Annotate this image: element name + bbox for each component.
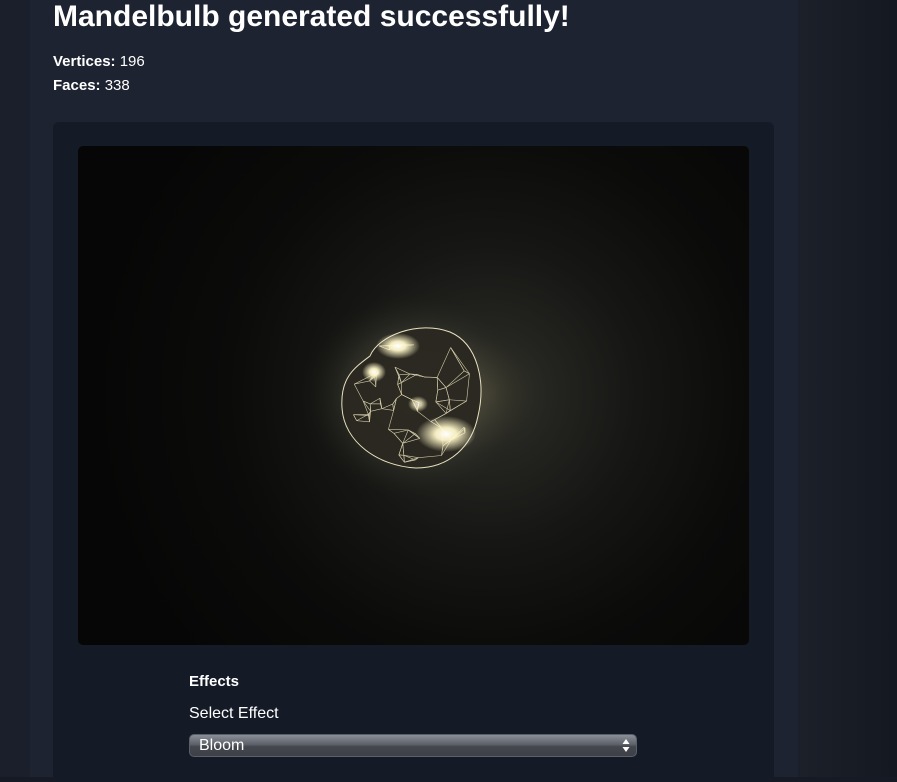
faces-stat: Faces: 338	[53, 77, 130, 95]
vertices-value: 196	[120, 53, 145, 70]
3d-viewport[interactable]	[78, 146, 749, 645]
vertices-label: Vertices:	[53, 53, 116, 70]
page-title: Mandelbulb generated successfully!	[53, 0, 570, 34]
bloom-hotspot	[376, 333, 420, 359]
select-effect-label: Select Effect	[189, 705, 279, 723]
effect-select[interactable]: Bloom	[189, 734, 637, 757]
effects-heading: Effects	[189, 673, 239, 691]
vertices-stat: Vertices: 196	[53, 53, 145, 71]
select-arrows-icon	[622, 738, 630, 753]
bloom-hotspot	[362, 362, 386, 382]
mandelbulb-wireframe	[78, 146, 749, 645]
bloom-hotspot	[416, 416, 476, 452]
faces-value: 338	[105, 77, 130, 94]
bloom-hotspot	[408, 396, 428, 412]
faces-label: Faces:	[53, 77, 101, 94]
effect-select-value: Bloom	[199, 737, 244, 755]
